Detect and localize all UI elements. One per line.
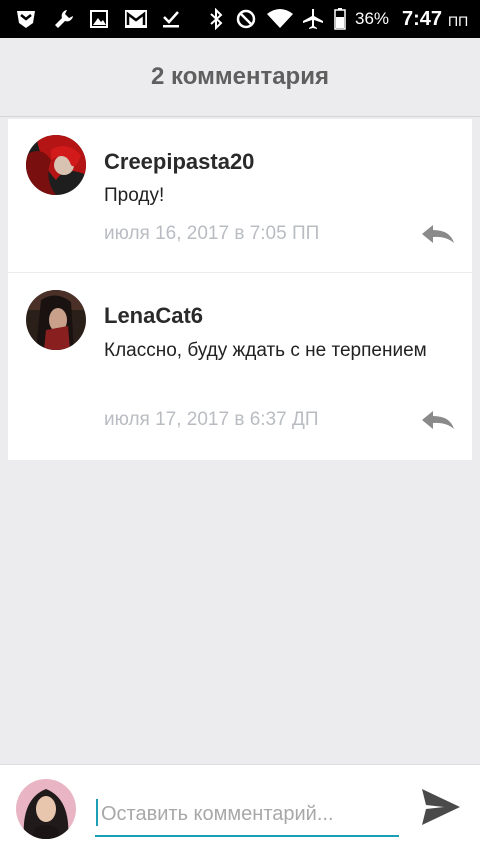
- comments-header: 2 комментария: [0, 38, 480, 117]
- comments-list: Creepipasta20 Проду! июля 16, 2017 в 7:0…: [8, 119, 472, 460]
- reply-icon[interactable]: [420, 409, 456, 431]
- comment-date: июля 16, 2017 в 7:05 ПП: [104, 223, 320, 244]
- status-bar: 36% 7:47 ПП: [0, 0, 480, 38]
- comment-item: LenaCat6 Классно, буду ждать с не терпен…: [8, 273, 472, 460]
- battery-icon: [333, 8, 347, 30]
- comment-input[interactable]: [95, 793, 399, 837]
- send-icon[interactable]: [420, 787, 462, 827]
- image-icon: [89, 9, 109, 29]
- clock-ampm: ПП: [448, 13, 469, 29]
- download-done-icon: [161, 9, 181, 29]
- comment-text: Классно, буду ждать с не терпением: [104, 340, 427, 361]
- comment-author[interactable]: LenaCat6: [104, 303, 203, 329]
- shield-icon: [14, 9, 38, 29]
- wifi-icon: [265, 9, 295, 29]
- comment-author[interactable]: Creepipasta20: [104, 149, 254, 175]
- gmail-icon: [123, 9, 149, 29]
- comment-text: Проду!: [104, 185, 165, 206]
- text-cursor: [96, 799, 98, 826]
- comment-date: июля 17, 2017 в 6:37 ДП: [104, 409, 319, 430]
- page-title: 2 комментария: [151, 63, 329, 90]
- avatar[interactable]: [26, 135, 86, 195]
- bluetooth-icon: [206, 8, 226, 30]
- reply-icon[interactable]: [420, 223, 456, 245]
- battery-percent: 36%: [355, 9, 390, 28]
- comment-item: Creepipasta20 Проду! июля 16, 2017 в 7:0…: [8, 119, 472, 273]
- avatar[interactable]: [26, 290, 86, 350]
- wrench-icon: [52, 9, 76, 29]
- do-not-disturb-icon: [235, 9, 257, 29]
- airplane-icon: [301, 9, 325, 29]
- comment-input-bar: [0, 764, 480, 855]
- avatar: [16, 779, 76, 839]
- clock: 7:47: [402, 7, 443, 30]
